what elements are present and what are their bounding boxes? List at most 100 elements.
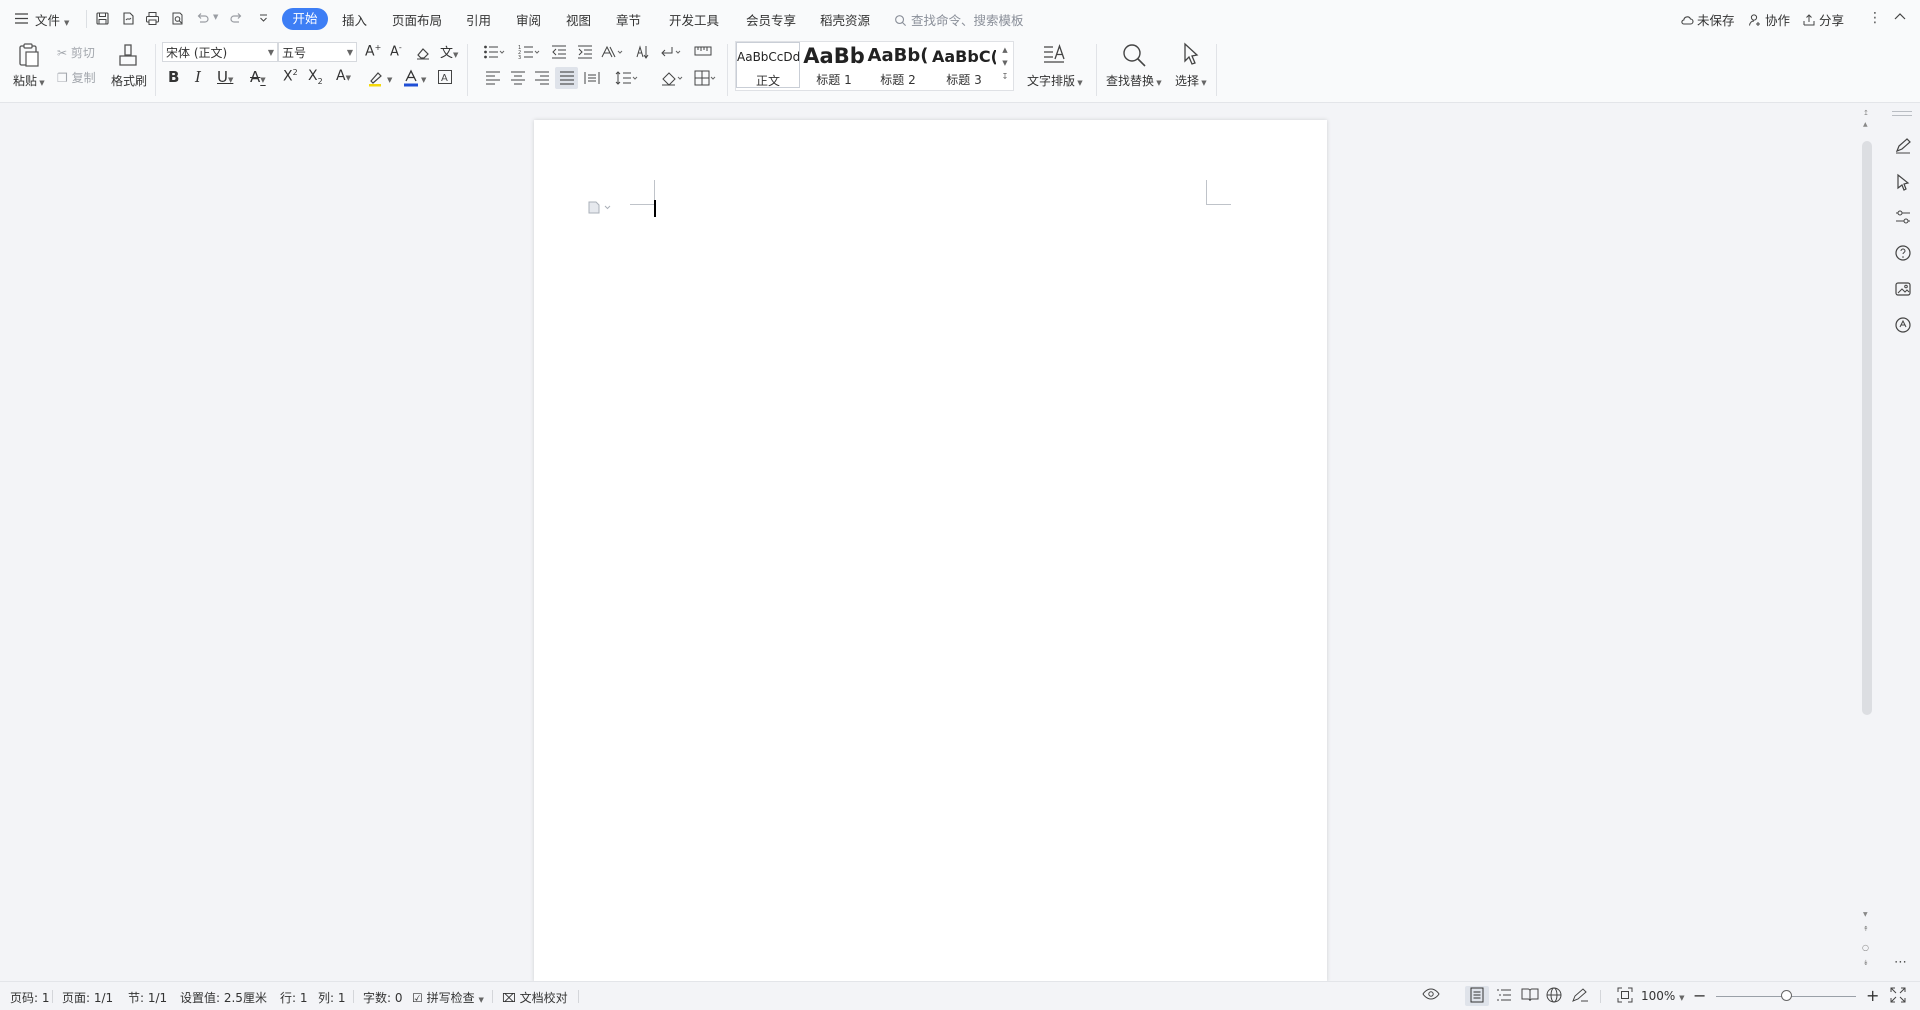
shrink-font-icon[interactable]: A-: [390, 43, 402, 59]
tab-view[interactable]: 视图: [566, 10, 591, 29]
fullscreen-icon[interactable]: [1890, 987, 1906, 1006]
document-page[interactable]: [534, 120, 1327, 982]
numbered-list-icon[interactable]: 123: [518, 44, 540, 60]
pages-status[interactable]: 页面: 1/1: [62, 989, 113, 1006]
clear-format-icon[interactable]: [415, 45, 431, 61]
align-left-icon[interactable]: [485, 70, 501, 86]
redo-icon[interactable]: [229, 11, 244, 26]
format-painter-icon[interactable]: [116, 43, 140, 67]
format-painter-button[interactable]: 格式刷: [111, 72, 147, 89]
browse-object-icon[interactable]: ○: [1862, 943, 1869, 952]
tab-docer-resources[interactable]: 稻壳资源: [820, 10, 870, 29]
print-preview-icon[interactable]: [170, 11, 185, 26]
document-proofread-button[interactable]: ⌧ 文档校对: [502, 989, 568, 1006]
decrease-indent-icon[interactable]: [551, 44, 567, 60]
subscript-button[interactable]: X2: [308, 68, 323, 86]
find-replace-icon[interactable]: [1121, 42, 1147, 68]
zoom-level-select[interactable]: 100% ▼: [1641, 989, 1685, 1003]
distributed-align-icon[interactable]: [584, 70, 600, 86]
bullet-list-icon[interactable]: [483, 44, 505, 60]
copy-button[interactable]: ❐ 复制: [57, 69, 96, 86]
spell-check-button[interactable]: ☑ 拼写检查 ▼: [412, 989, 484, 1006]
ruler-icon[interactable]: [694, 44, 712, 58]
highlight-icon[interactable]: [367, 69, 385, 87]
share-button[interactable]: 分享: [1802, 10, 1844, 29]
write-mode-icon[interactable]: [1571, 987, 1589, 1006]
zoom-slider-thumb[interactable]: [1780, 990, 1792, 1001]
text-effect-button[interactable]: A▼: [336, 68, 351, 84]
text-layout-icon[interactable]: [1042, 43, 1068, 67]
file-menu[interactable]: 文件 ▼: [35, 10, 69, 29]
word-count-status[interactable]: 字数: 0: [363, 989, 403, 1006]
font-color-icon[interactable]: [403, 69, 419, 87]
fit-page-icon[interactable]: [1617, 987, 1633, 1006]
superscript-button[interactable]: X2: [283, 68, 298, 85]
chevron-up-icon[interactable]: ▲: [998, 44, 1012, 57]
next-page-icon[interactable]: ↡: [1863, 959, 1869, 967]
save-icon[interactable]: [95, 11, 110, 26]
style-normal[interactable]: AaBbCcDd 正文: [736, 42, 800, 88]
select-cursor-icon[interactable]: [1181, 42, 1203, 68]
chinese-layout-icon[interactable]: [601, 44, 623, 60]
collaborate-button[interactable]: 协作: [1748, 10, 1790, 29]
collapse-ribbon-icon[interactable]: [1893, 10, 1907, 27]
style-heading-2[interactable]: AaBb( 标题 2: [866, 42, 930, 88]
increase-indent-icon[interactable]: [577, 44, 593, 60]
export-pdf-icon[interactable]: [121, 11, 136, 26]
undo-dropdown-icon[interactable]: ▼: [213, 13, 218, 21]
more-options-icon[interactable]: ⋮: [1868, 10, 1882, 26]
zoom-slider[interactable]: [1716, 990, 1856, 1001]
highlight-dropdown-icon[interactable]: ▼: [387, 76, 392, 84]
help-icon[interactable]: [1894, 244, 1912, 262]
shading-icon[interactable]: [661, 70, 685, 86]
row-status[interactable]: 行: 1: [280, 989, 308, 1006]
expand-styles-icon[interactable]: ↧: [998, 70, 1012, 83]
previous-page-icon[interactable]: ↟: [1863, 925, 1869, 933]
select-pointer-icon[interactable]: [1894, 173, 1912, 191]
command-search[interactable]: 查找命令、搜索模板: [894, 10, 1024, 29]
grow-font-icon[interactable]: A+: [365, 43, 381, 60]
page-number-status[interactable]: 页码: 1: [10, 989, 50, 1006]
show-marks-icon[interactable]: [660, 44, 682, 60]
font-size-select[interactable]: 五号 ▼: [278, 42, 357, 62]
section-status[interactable]: 节: 1/1: [128, 989, 167, 1006]
tab-review[interactable]: 审阅: [516, 10, 541, 29]
outline-view-icon[interactable]: [1496, 987, 1512, 1006]
chevron-up-icon[interactable]: ▲: [1863, 121, 1868, 128]
chevron-down-icon[interactable]: ▼: [1863, 911, 1868, 918]
cut-button[interactable]: ✂ 剪切: [57, 44, 95, 61]
tab-page-layout[interactable]: 页面布局: [392, 10, 442, 29]
strikethrough-button[interactable]: A▼: [250, 68, 266, 86]
web-view-icon[interactable]: [1546, 987, 1562, 1006]
font-name-select[interactable]: 宋体 (正文) ▼: [162, 42, 278, 62]
zoom-out-icon[interactable]: −: [1693, 986, 1706, 1005]
undo-icon[interactable]: [195, 11, 210, 26]
align-center-icon[interactable]: [510, 70, 526, 86]
zoom-in-icon[interactable]: +: [1866, 986, 1879, 1005]
ai-assistant-icon[interactable]: [1894, 316, 1912, 334]
chevron-down-icon[interactable]: ▼: [998, 57, 1012, 70]
tab-references[interactable]: 引用: [466, 10, 491, 29]
eye-protection-icon[interactable]: [1422, 987, 1440, 1004]
phonetic-guide-icon[interactable]: 文▼: [440, 42, 458, 61]
print-icon[interactable]: [145, 11, 160, 26]
reading-view-icon[interactable]: [1521, 987, 1539, 1006]
unsaved-status-button[interactable]: 未保存: [1680, 10, 1735, 29]
hamburger-menu-icon[interactable]: [14, 11, 29, 26]
tab-insert[interactable]: 插入: [342, 10, 367, 29]
paste-button[interactable]: 粘贴 ▼: [13, 72, 45, 89]
style-heading-1[interactable]: AaBb 标题 1: [802, 42, 866, 88]
sort-icon[interactable]: [635, 44, 651, 60]
column-status[interactable]: 列: 1: [318, 989, 346, 1006]
style-heading-3[interactable]: AaBbC( 标题 3: [932, 42, 996, 88]
tab-chapter[interactable]: 章节: [616, 10, 641, 29]
tab-member-exclusive[interactable]: 会员专享: [746, 10, 796, 29]
borders-icon[interactable]: [694, 70, 718, 86]
vertical-scrollbar[interactable]: ↥ ▲ ▼ ↟ ○ ↡: [1860, 103, 1874, 981]
more-options-icon[interactable]: ⋯: [1894, 955, 1908, 970]
bold-button[interactable]: B: [168, 68, 179, 86]
adjust-settings-icon[interactable]: [1894, 208, 1912, 226]
text-layout-button[interactable]: 文字排版 ▼: [1027, 72, 1083, 89]
select-button[interactable]: 选择 ▼: [1175, 72, 1207, 89]
styles-scroll-control[interactable]: ▲ ▼ ↧: [998, 44, 1012, 88]
